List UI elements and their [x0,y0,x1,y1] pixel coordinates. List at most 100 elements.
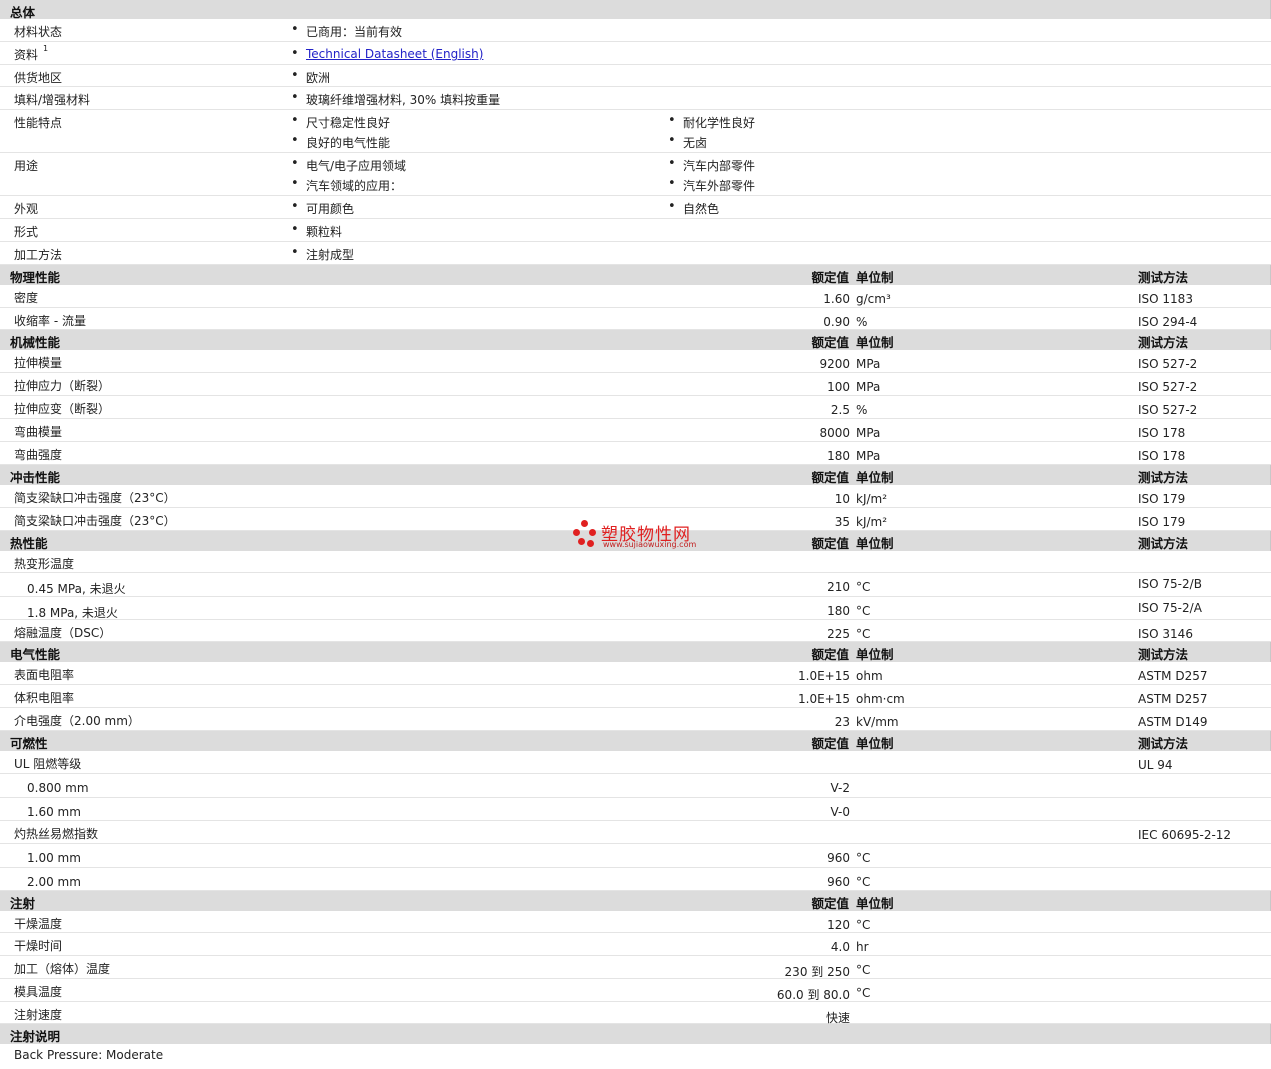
nominal-value: 100 [827,380,850,394]
property-row: 1.60 mm V-0 [0,798,1271,821]
unit-value: °C [856,580,871,594]
property-label: 熔融温度（DSC） [14,626,112,640]
nominal-value: 210 [827,580,850,594]
property-row: 体积电阻率 1.0E+15 ohm·cm ASTM D257 [0,685,1271,708]
section-title: 注射说明 [10,1029,61,1044]
datasheet-link[interactable]: Technical Datasheet (English) [306,47,483,61]
nominal-value: 120 [827,918,850,932]
nominal-header: 额定值 [811,647,849,662]
property-label: 1.60 mm [27,805,81,819]
nominal-header: 额定值 [811,736,849,751]
section-header: 机械性能 额定值 单位制 测试方法 [0,330,1271,350]
nominal-value: 9200 [819,357,850,371]
property-row: 介电强度（2.00 mm） 23 kV/mm ASTM D149 [0,708,1271,731]
footnote-marker: 1 [43,44,49,53]
section-header: 可燃性 额定值 单位制 测试方法 [0,731,1271,751]
section-header: 电气性能 额定值 单位制 测试方法 [0,642,1271,662]
property-label: 1.8 MPa, 未退火 [27,606,118,620]
unit-value: MPa [856,357,881,371]
row-label: 性能特点 [14,116,63,130]
property-row: 熔融温度（DSC） 225 °C ISO 3146 [0,620,1271,642]
property-label: 拉伸应力（断裂） [14,379,111,393]
test-method: ISO 294-4 [1138,315,1198,329]
nominal-value: 23 [834,715,850,729]
list-item: 电气/电子应用领域 [290,156,406,174]
row-label: 供货地区 [14,71,63,85]
list-item: Technical Datasheet (English) [290,46,483,61]
unit-header: 单位制 [856,647,894,662]
list-item: 已商用：当前有效 [290,22,402,40]
property-label: 收缩率 - 流量 [14,314,86,328]
property-label: 表面电阻率 [14,668,75,682]
general-row: 加工方法 注射成型 [0,242,1271,265]
nominal-value: V-2 [830,781,850,795]
nominal-value: 4.0 [830,940,850,954]
test-method-header: 测试方法 [1138,335,1189,350]
general-row: 外观 可用颜色 自然色 [0,196,1271,219]
list-item: 玻璃纤维增强材料, 30% 填料按重量 [290,90,500,108]
nominal-header: 额定值 [811,335,849,350]
nominal-header: 额定值 [811,470,849,485]
general-row: 填料/增强材料 玻璃纤维增强材料, 30% 填料按重量 [0,87,1271,110]
nominal-value: 1.0E+15 [798,692,850,706]
test-method: ISO 178 [1138,426,1186,440]
unit-value: °C [856,918,871,932]
section-header: 物理性能 额定值 单位制 测试方法 [0,265,1271,285]
test-method-header: 测试方法 [1138,470,1189,485]
row-label: 资料 [14,48,39,62]
test-method: UL 94 [1138,758,1173,772]
section-title: 热性能 [10,536,48,551]
property-label: 0.45 MPa, 未退火 [27,582,126,596]
list-item: 耐化学性良好 [667,113,755,131]
section-header-general: 总体 [0,0,1271,20]
nominal-value: 960 [827,875,850,889]
test-method: ISO 179 [1138,492,1186,506]
watermark-url: www.sujiaowuxing.com [603,540,697,549]
logo-dots-icon [573,520,599,550]
unit-value: °C [856,963,871,977]
unit-header: 单位制 [856,270,894,285]
property-label: 1.00 mm [27,851,81,865]
nominal-value: V-0 [830,805,850,819]
list-item: 汽车领域的应用： [290,176,402,194]
nominal-header: 额定值 [811,536,849,551]
property-label: 干燥时间 [14,939,63,953]
nominal-value: 35 [834,515,850,529]
nominal-value: 2.5 [830,403,850,417]
unit-value: °C [856,627,871,641]
test-method-header: 测试方法 [1138,270,1189,285]
test-method: ASTM D149 [1138,715,1208,729]
property-row: 2.00 mm 960 °C [0,868,1271,891]
property-label: 体积电阻率 [14,691,75,705]
unit-value: ohm [856,669,883,683]
test-method: ISO 178 [1138,449,1186,463]
property-row: 密度 1.60 g/cm³ ISO 1183 [0,285,1271,308]
general-row: 形式 颗粒料 [0,219,1271,242]
test-method-header: 测试方法 [1138,647,1189,662]
general-row: 供货地区 欧洲 [0,65,1271,87]
nominal-value: 230 到 250 [784,965,850,979]
unit-value: kJ/m² [856,515,888,529]
unit-value: kJ/m² [856,492,888,506]
unit-value: MPa [856,426,881,440]
property-row: 简支梁缺口冲击强度（23°C） 10 kJ/m² ISO 179 [0,485,1271,508]
section-header: 注射 额定值 单位制 [0,891,1271,911]
nominal-header: 额定值 [811,270,849,285]
property-row: 干燥温度 120 °C [0,911,1271,933]
property-row: 灼热丝易燃指数 IEC 60695-2-12 [0,821,1271,844]
nominal-value: 225 [827,627,850,641]
section-title: 机械性能 [10,335,61,350]
row-label: 填料/增强材料 [14,93,91,107]
list-item: 良好的电气性能 [290,133,390,151]
general-row: 材料状态 已商用：当前有效 [0,19,1271,42]
property-row: 0.45 MPa, 未退火 210 °C ISO 75-2/B [0,573,1271,597]
section-header-notes: 注射说明 [0,1024,1271,1044]
test-method: ISO 179 [1138,515,1186,529]
property-row: 1.8 MPa, 未退火 180 °C ISO 75-2/A [0,597,1271,620]
unit-header: 单位制 [856,896,894,911]
property-row: 干燥时间 4.0 hr [0,933,1271,956]
property-row: 模具温度 60.0 到 80.0 °C [0,979,1271,1002]
test-method-header: 测试方法 [1138,536,1189,551]
notes-text: Back Pressure: Moderate [14,1048,164,1062]
nominal-value: 0.90 [823,315,850,329]
